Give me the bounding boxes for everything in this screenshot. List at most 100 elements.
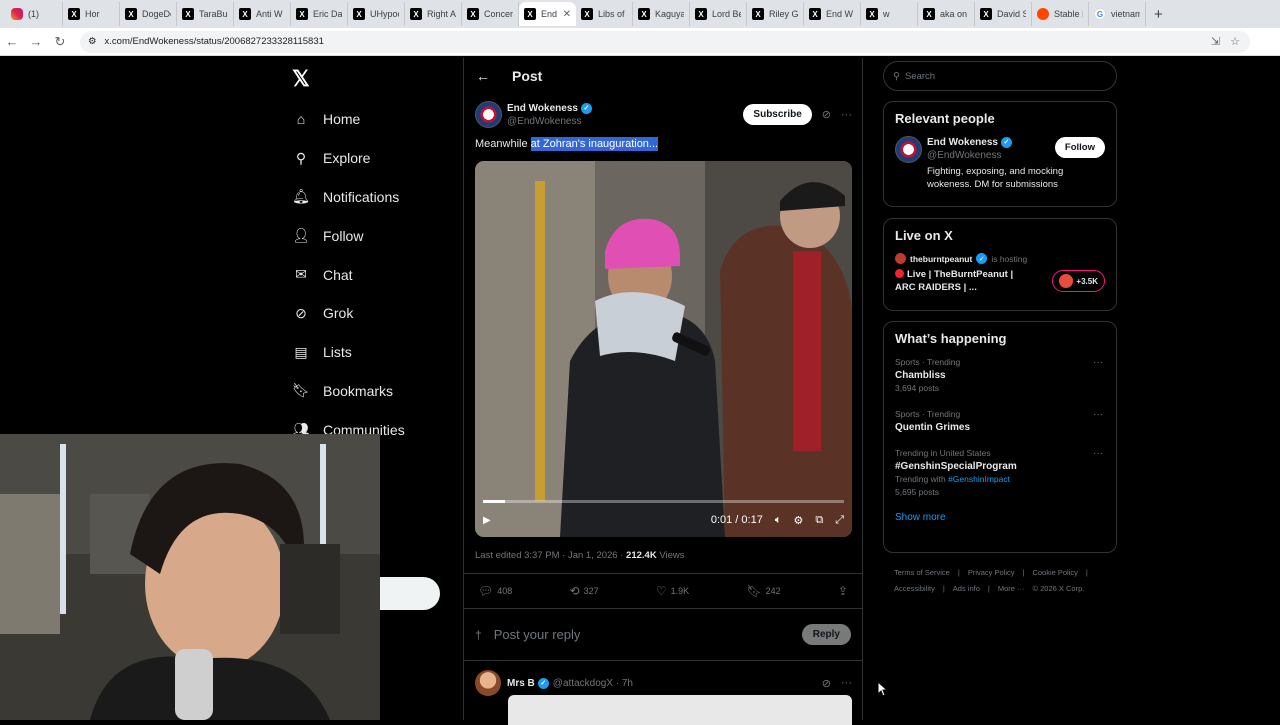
trend-item[interactable]: Sports · Trending Quentin Grimes ··· [895, 408, 1105, 434]
author-name[interactable]: End Wokeness [507, 102, 578, 115]
bookmark-star-icon[interactable]: ☆ [1230, 35, 1240, 48]
post-button[interactable] [380, 577, 440, 610]
settings-icon[interactable]: ⚙ [793, 514, 803, 527]
pip-icon[interactable]: ⧉ [815, 514, 823, 527]
x-icon: X [809, 8, 821, 20]
x-logo[interactable]: 𝕏 [292, 66, 310, 92]
reply-author-name[interactable]: Mrs B [507, 678, 535, 689]
reload-icon[interactable]: ↻ [48, 34, 72, 50]
avatar[interactable] [895, 136, 922, 163]
browser-tab[interactable]: Xw [861, 2, 918, 26]
more-icon[interactable]: ··· [841, 677, 852, 689]
grok-icon[interactable]: ⊘ [822, 677, 831, 690]
browser-tab[interactable]: X DogeDe [120, 2, 177, 26]
fullscreen-icon[interactable]: ⤢ [835, 514, 844, 527]
browser-tab[interactable]: X Eric Da [291, 2, 348, 26]
footer-separator: | [942, 584, 945, 593]
post-text-plain: Meanwhile [475, 138, 531, 150]
back-arrow-icon[interactable]: ← [476, 68, 490, 84]
footer-link[interactable]: Privacy Policy [968, 568, 1015, 577]
more-icon[interactable]: ··· [1093, 447, 1103, 460]
edited-timestamp[interactable]: Last edited 3:37 PM · Jan 1, 2026 · [475, 550, 626, 561]
browser-tab[interactable]: Stable I [1032, 2, 1089, 26]
footer-link[interactable]: Cookie Policy [1032, 568, 1077, 577]
nav-item-lists[interactable]: ▤ Lists [292, 333, 405, 372]
footer-link[interactable]: Ads info [953, 584, 980, 593]
live-stream[interactable]: Live | TheBurntPeanut | ARC RAIDERS | ..… [895, 268, 1105, 294]
repost-action[interactable]: ⟲ 327 [570, 584, 599, 598]
search-input[interactable]: ⚲ Search [883, 61, 1117, 91]
bookmark-action[interactable]: 🔖︎ 242 [746, 584, 780, 598]
browser-tab[interactable]: X Concer [462, 2, 519, 26]
footer-link[interactable]: © 2026 X Corp. [1033, 584, 1085, 593]
x-icon: X [866, 8, 878, 20]
forward-icon[interactable]: → [24, 34, 48, 49]
trend-item[interactable]: Trending in United States #GenshinSpecial… [895, 447, 1105, 499]
follow-button[interactable]: Follow [1054, 137, 1105, 158]
footer-link[interactable]: Accessibility [894, 584, 935, 593]
footer-link[interactable]: More ··· [998, 584, 1025, 593]
browser-tab[interactable]: X Riley G [747, 2, 804, 26]
show-more-link[interactable]: Show more [895, 512, 1105, 523]
back-icon[interactable]: ← [0, 34, 24, 49]
relevant-person[interactable]: End Wokeness ✓ @EndWokeness Follow [895, 136, 1105, 163]
nav-item-home[interactable]: ⌂ Home [292, 100, 405, 139]
verified-icon: ✓ [976, 253, 988, 264]
browser-tab[interactable]: X End ✕ [519, 2, 576, 26]
volume-icon[interactable]: 🔈︎ [775, 514, 782, 527]
trend-item[interactable]: Sports · Trending Chambliss 3,694 posts ··· [895, 356, 1105, 395]
footer-separator: | [987, 584, 990, 593]
more-icon[interactable]: ··· [1093, 356, 1103, 369]
subscribe-button[interactable]: Subscribe [743, 104, 812, 125]
repost-icon: ⟲ [569, 584, 580, 598]
footer-separator: | [1022, 568, 1025, 577]
more-icon[interactable]: ··· [1093, 408, 1103, 421]
nav-item-chat[interactable]: ✉ Chat [292, 255, 405, 294]
footer-link[interactable]: Terms of Service [894, 568, 950, 577]
person-handle[interactable]: @EndWokeness [927, 149, 1012, 162]
grok-icon: ⊘ [295, 304, 307, 321]
nav-item-follow[interactable]: 👤︎ Follow [292, 216, 405, 255]
browser-tab[interactable]: X Right A [405, 2, 462, 26]
browser-tab[interactable]: (1) [6, 2, 63, 26]
nav-item-notifications[interactable]: 🔔︎ Notifications [292, 178, 405, 217]
reply-button[interactable]: Reply [801, 624, 851, 645]
trend-with-tag[interactable]: #GenshinImpact [948, 474, 1010, 484]
play-icon[interactable]: ▶ [483, 515, 491, 526]
close-icon[interactable]: ✕ [563, 9, 571, 20]
grok-icon[interactable]: ⊘ [822, 108, 831, 121]
browser-tab[interactable]: X Hor [63, 2, 120, 26]
person-name[interactable]: End Wokeness [927, 136, 998, 149]
tab-label: Concer [484, 9, 513, 19]
site-info-icon[interactable]: ⚙ [88, 36, 97, 47]
browser-tab[interactable]: X UHypoc [348, 2, 405, 26]
reply-input[interactable]: Post your reply [494, 627, 581, 642]
share-action[interactable]: ⇪ [838, 584, 848, 598]
browser-tab[interactable]: Gvietnam [1089, 2, 1146, 26]
browser-tab[interactable]: X David S [975, 2, 1032, 26]
more-icon[interactable]: ··· [841, 109, 852, 121]
reply-action[interactable]: 💬︎ 408 [478, 584, 512, 598]
nav-item-explore[interactable]: ⚲ Explore [292, 139, 405, 178]
browser-tab[interactable]: X End W [804, 2, 861, 26]
footer-separator: | [957, 568, 960, 577]
avatar[interactable] [475, 670, 501, 696]
browser-tab[interactable]: X Lord Be [690, 2, 747, 26]
author-handle[interactable]: @EndWokeness [507, 115, 592, 128]
address-bar[interactable]: ⚙ x.com/EndWokeness/status/2006827233328… [80, 30, 1250, 53]
avatar[interactable] [475, 101, 502, 128]
browser-tab[interactable]: X Kaguya [633, 2, 690, 26]
video-player[interactable]: ▶ 0:01 / 0:17 🔈︎ ⚙ ⧉ ⤢ [475, 161, 852, 537]
nav-item-grok[interactable]: ⊘ Grok [292, 294, 405, 333]
nav-item-bookmarks[interactable]: 🔖︎ Bookmarks [292, 372, 405, 411]
install-icon[interactable]: ⇲ [1211, 35, 1220, 48]
reply-media[interactable] [508, 695, 852, 725]
new-tab-icon[interactable]: + [1146, 6, 1171, 23]
like-action[interactable]: ♡ 1.9K [656, 584, 689, 598]
browser-tab[interactable]: Xaka on [918, 2, 975, 26]
browser-tab[interactable]: X TaraBul [177, 2, 234, 26]
browser-tab[interactable]: X Libs of [576, 2, 633, 26]
browser-tab[interactable]: X Anti W [234, 2, 291, 26]
live-host[interactable]: theburntpeanut ✓ is hosting [895, 253, 1105, 264]
reply-author-handle[interactable]: @attackdogX · 7h [553, 678, 633, 689]
